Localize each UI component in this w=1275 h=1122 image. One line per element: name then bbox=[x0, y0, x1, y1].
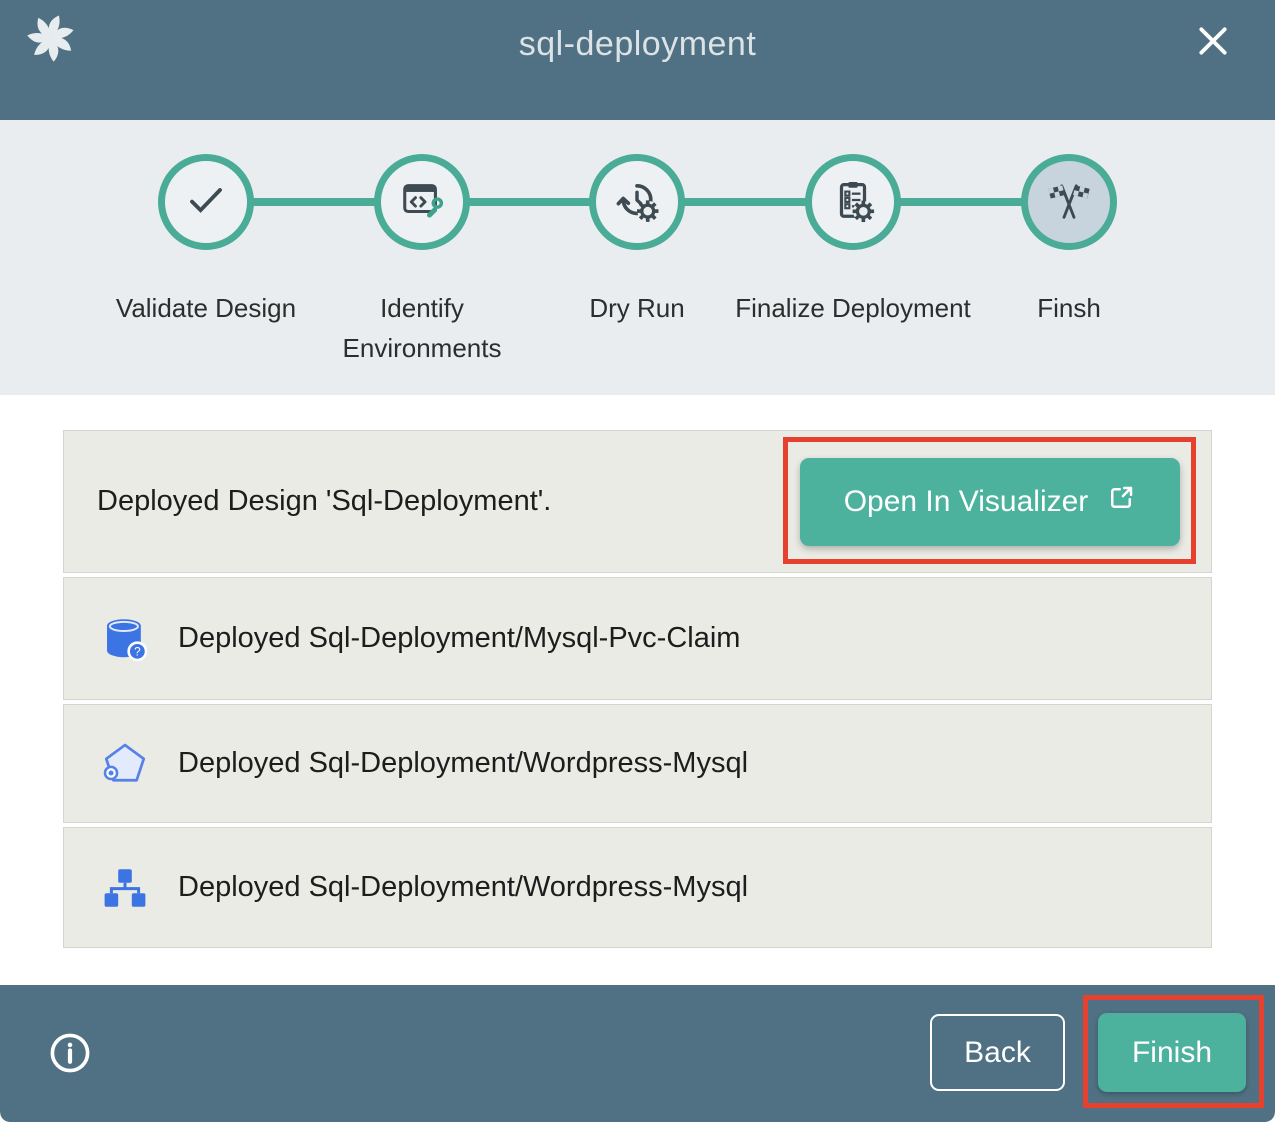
finish-button[interactable]: Finish bbox=[1098, 1013, 1246, 1092]
history-gear-icon bbox=[614, 177, 660, 228]
info-button[interactable] bbox=[48, 1031, 92, 1075]
result-row-text: Deployed Sql-Deployment/Wordpress-Mysql bbox=[178, 871, 748, 904]
external-link-icon bbox=[1106, 483, 1136, 521]
close-button[interactable] bbox=[1191, 20, 1235, 64]
result-row-text: Deployed Sql-Deployment/Mysql-Pvc-Claim bbox=[178, 622, 740, 655]
info-icon bbox=[48, 1063, 92, 1078]
close-icon bbox=[1193, 49, 1233, 64]
result-row-mysql-pvc-claim: ? Deployed Sql-Deployment/Mysql-Pvc-Clai… bbox=[63, 577, 1212, 700]
result-row-text: Deployed Sql-Deployment/Wordpress-Mysql bbox=[178, 747, 748, 780]
deployed-design-message: Deployed Design 'Sql-Deployment'. bbox=[97, 485, 551, 518]
code-wrench-icon bbox=[399, 177, 445, 228]
step-finalize-deployment bbox=[805, 154, 901, 250]
pentagon-icon bbox=[98, 739, 152, 789]
checkered-flags-icon bbox=[1046, 177, 1092, 228]
step-label-validate-design: Validate Design bbox=[86, 288, 326, 328]
step-finsh bbox=[1021, 154, 1117, 250]
svg-text:?: ? bbox=[134, 645, 141, 658]
step-label-dry-run: Dry Run bbox=[517, 288, 757, 328]
modal-footer bbox=[0, 985, 1275, 1122]
clipboard-gear-icon bbox=[830, 177, 876, 228]
check-icon bbox=[182, 176, 230, 229]
step-label-finalize-deployment: Finalize Deployment bbox=[733, 288, 973, 328]
visualizer-button[interactable]: Open In Visualizer bbox=[800, 458, 1180, 546]
modal-title: sql-deployment bbox=[0, 0, 1275, 88]
visualizer-button-label: Open In Visualizer bbox=[844, 485, 1089, 519]
deployment-wizard-modal: sql-deployment bbox=[0, 0, 1275, 1122]
result-row-wordpress-mysql-1: Deployed Sql-Deployment/Wordpress-Mysql bbox=[63, 704, 1212, 823]
hierarchy-icon bbox=[98, 864, 152, 912]
step-dry-run bbox=[589, 154, 685, 250]
back-button[interactable]: Back bbox=[930, 1014, 1065, 1091]
step-label-finsh: Finsh bbox=[949, 288, 1189, 328]
modal-header: sql-deployment bbox=[0, 0, 1275, 120]
step-validate-design bbox=[158, 154, 254, 250]
database-icon: ? bbox=[98, 613, 152, 665]
wizard-stepper: Validate Design Identify Environments Dr… bbox=[0, 120, 1275, 395]
step-label-identify-environments: Identify Environments bbox=[302, 288, 542, 368]
result-row-wordpress-mysql-2: Deployed Sql-Deployment/Wordpress-Mysql bbox=[63, 827, 1212, 948]
step-identify-environments bbox=[374, 154, 470, 250]
